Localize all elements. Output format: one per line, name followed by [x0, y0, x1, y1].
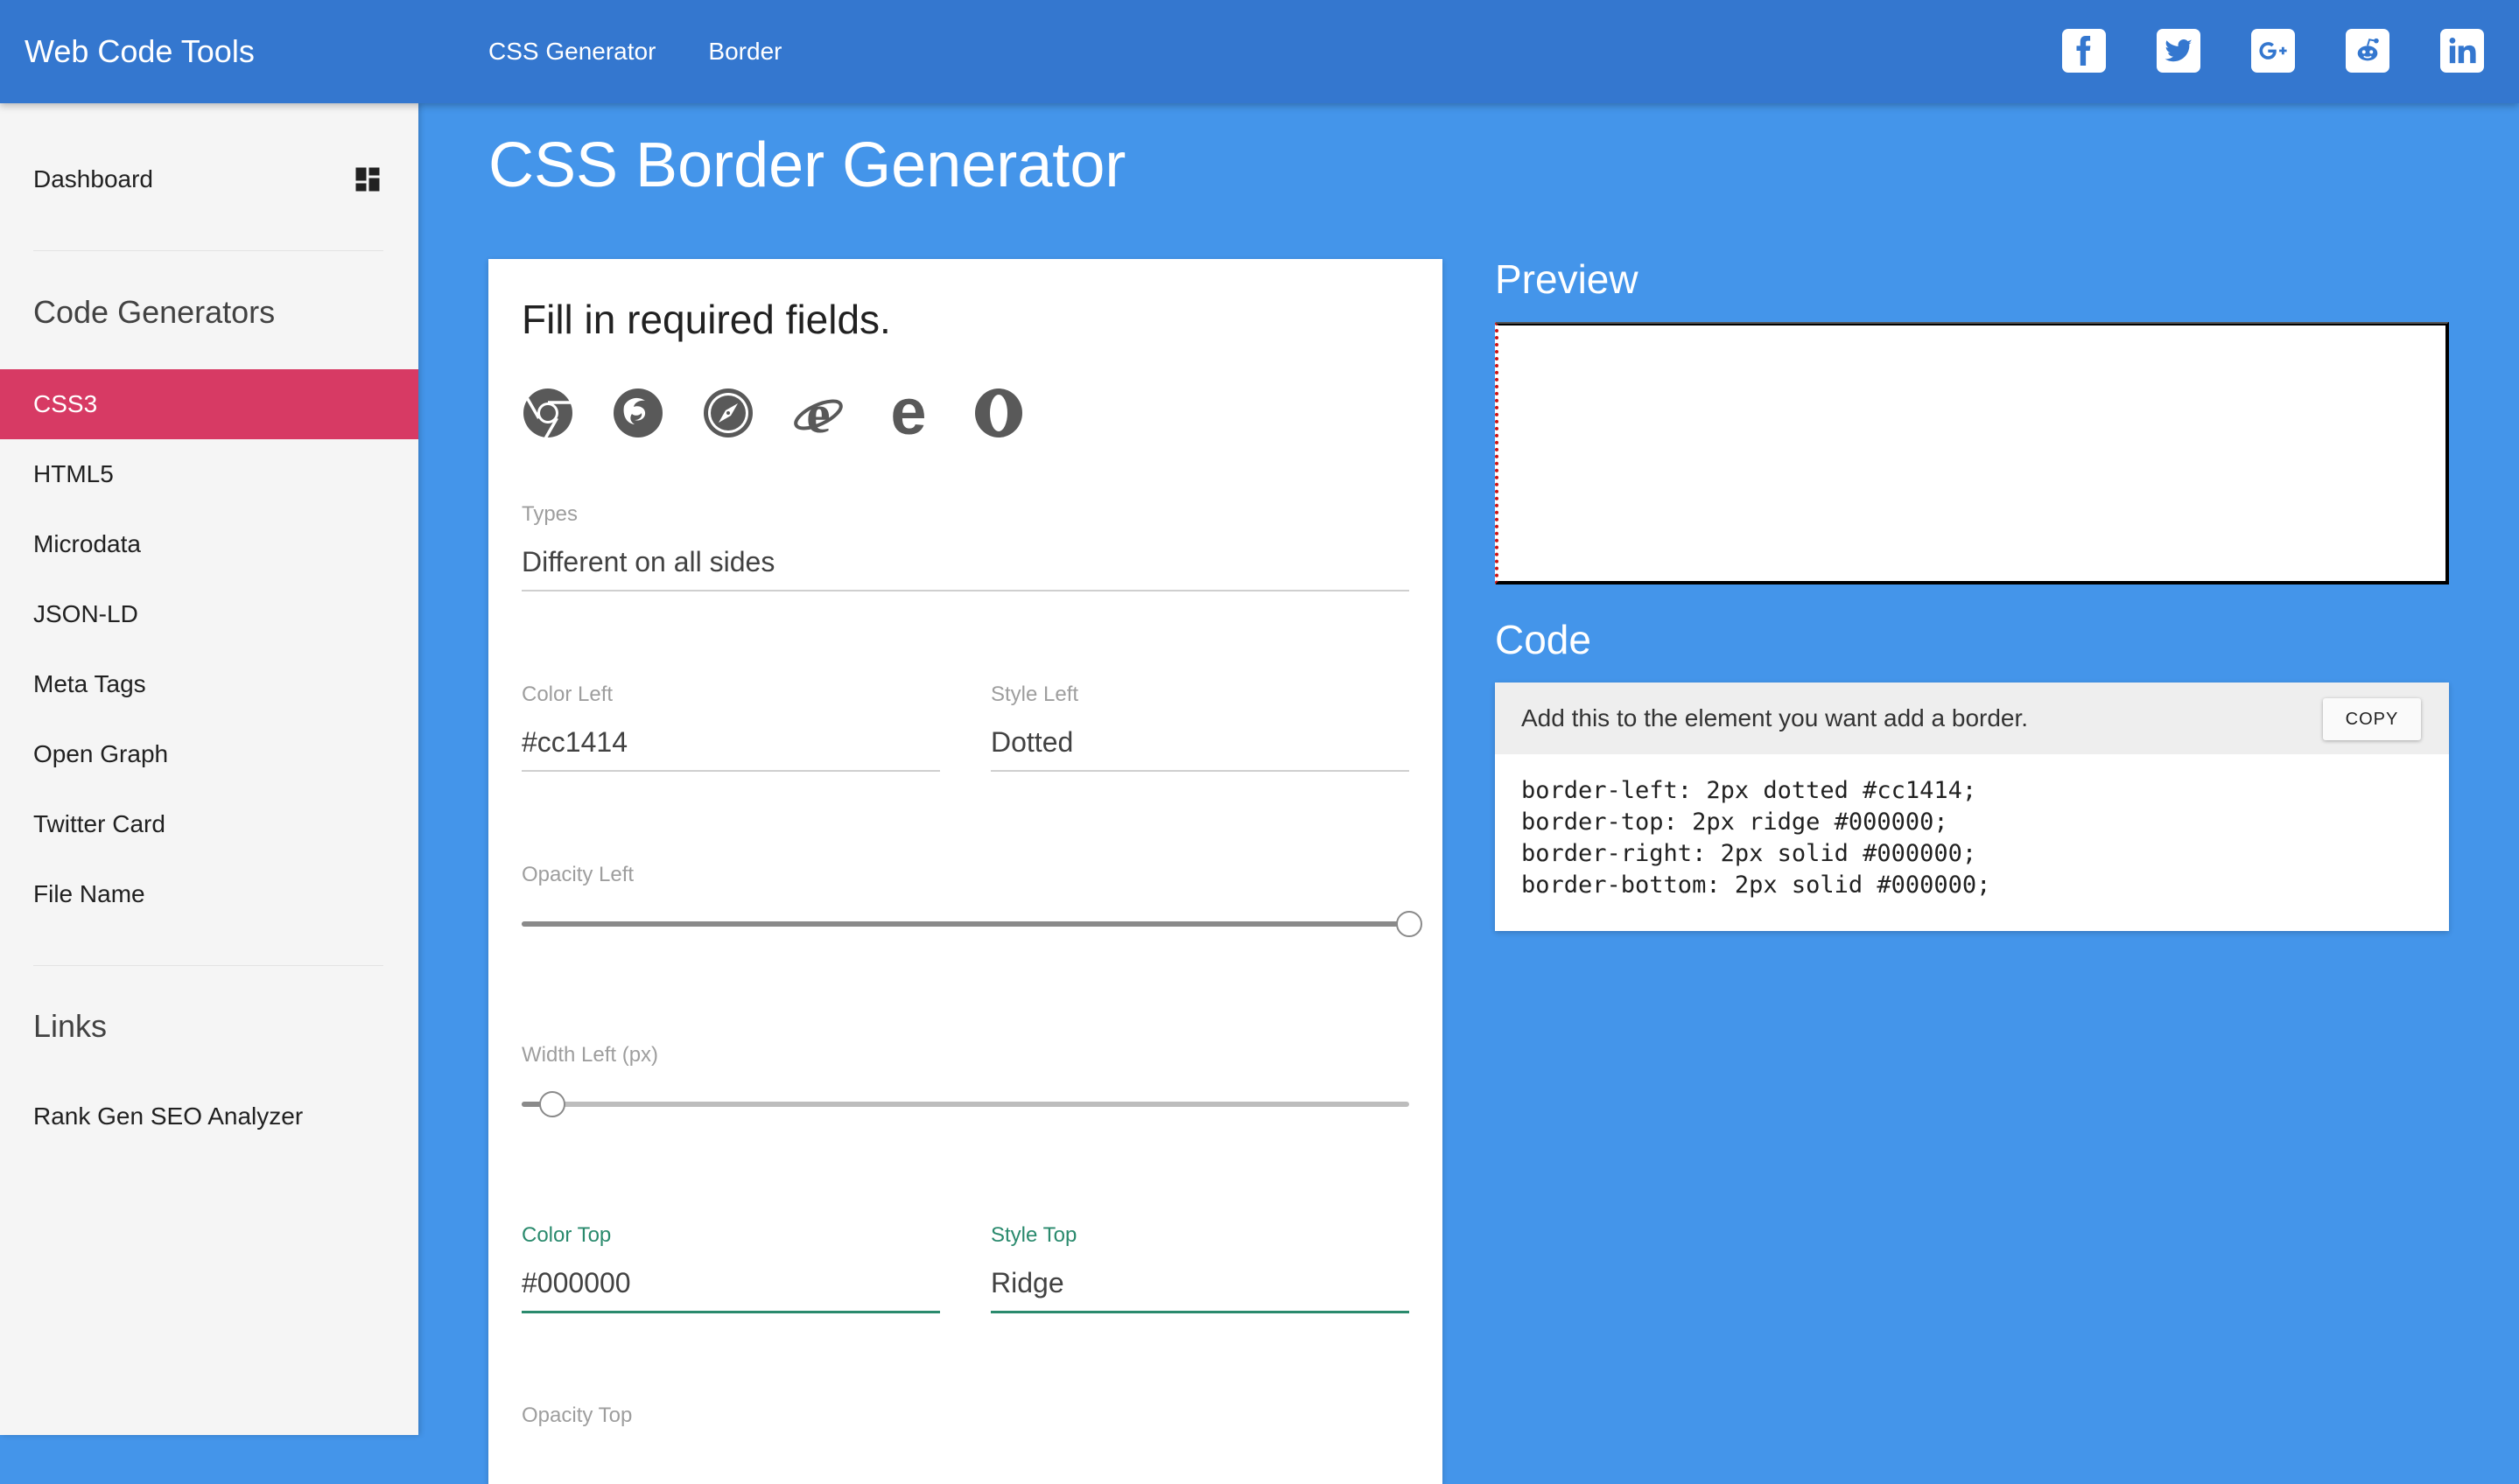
color-top-input[interactable]: Color Top #000000: [522, 1223, 940, 1316]
top-app-bar: Web Code Tools CSS Generator Border: [0, 0, 2519, 103]
width-left-field: Width Left (px): [522, 1043, 1409, 1078]
nav-link-border[interactable]: Border: [708, 0, 782, 103]
opacity-top-label: Opacity Top: [522, 1404, 633, 1427]
dashboard-label: Dashboard: [33, 165, 153, 192]
style-top-select[interactable]: Style Top Ridge: [991, 1223, 1409, 1316]
sidebar-item-meta-tags[interactable]: Meta Tags: [0, 649, 418, 719]
sidebar-item-open-graph[interactable]: Open Graph: [0, 719, 418, 789]
sidebar-divider: [33, 965, 383, 966]
sidebar-heading-code-generators: Code Generators: [33, 294, 276, 330]
sidebar-item-dashboard[interactable]: Dashboard: [33, 158, 383, 201]
edge-icon: e: [882, 375, 935, 448]
slider-thumb[interactable]: [539, 1091, 566, 1117]
top-nav: CSS Generator Border: [488, 0, 834, 103]
sidebar-link-rank-gen[interactable]: Rank Gen SEO Analyzer: [33, 1102, 303, 1130]
nav-link-css-generator[interactable]: CSS Generator: [488, 0, 656, 103]
style-left-select[interactable]: Style Left Dotted: [991, 682, 1409, 774]
browser-support: e e: [522, 375, 1063, 448]
width-left-slider[interactable]: [522, 1091, 1409, 1117]
code-instructions: Add this to the element you want add a b…: [1521, 704, 2029, 732]
chrome-icon: [522, 387, 574, 439]
code-line: border-left: 2px dotted #cc1414;: [1521, 777, 1977, 804]
form-card: Fill in required fields. e e Types Diffe…: [488, 259, 1442, 1484]
facebook-icon[interactable]: [2062, 29, 2106, 73]
types-label: Types: [522, 502, 579, 526]
style-top-label: Style Top: [991, 1223, 1077, 1247]
opacity-left-label: Opacity Left: [522, 863, 635, 886]
linkedin-icon[interactable]: [2440, 29, 2484, 73]
color-left-value: #cc1414: [522, 726, 628, 758]
firefox-icon: [612, 387, 664, 439]
dashboard-icon: [355, 167, 380, 192]
form-heading: Fill in required fields.: [522, 297, 891, 342]
code-line: border-right: 2px solid #000000;: [1521, 840, 1977, 867]
style-left-label: Style Left: [991, 682, 1079, 706]
code-header: Add this to the element you want add a b…: [1495, 682, 2449, 754]
internet-explorer-icon: e: [792, 385, 845, 444]
color-top-label: Color Top: [522, 1223, 612, 1247]
sidebar-divider: [33, 250, 383, 251]
css-code-block[interactable]: border-left: 2px dotted #cc1414; border-…: [1521, 775, 1990, 901]
types-underline: [522, 590, 1409, 592]
sidebar-list: CSS3 HTML5 Microdata JSON-LD Meta Tags O…: [0, 369, 418, 929]
slider-track: [522, 1102, 1409, 1107]
svg-text:e: e: [890, 387, 926, 439]
svg-text:e: e: [806, 387, 831, 439]
code-card: Add this to the element you want add a b…: [1495, 682, 2449, 931]
reddit-icon[interactable]: [2346, 29, 2389, 73]
style-top-underline: [991, 1311, 1409, 1313]
sidebar-item-twitter-card[interactable]: Twitter Card: [0, 789, 418, 859]
types-value: Different on all sides: [522, 546, 775, 578]
slider-thumb[interactable]: [1396, 911, 1422, 937]
types-select[interactable]: Types Different on all sides: [522, 502, 1409, 593]
style-top-value: Ridge: [991, 1267, 1064, 1298]
sidebar-item-json-ld[interactable]: JSON-LD: [0, 579, 418, 649]
safari-icon: [702, 387, 754, 439]
sidebar-item-file-name[interactable]: File Name: [0, 859, 418, 929]
sidebar-item-microdata[interactable]: Microdata: [0, 509, 418, 579]
opacity-left-slider[interactable]: [522, 911, 1422, 937]
sidebar-item-html5[interactable]: HTML5: [0, 439, 418, 509]
opera-icon: [972, 387, 1025, 439]
style-left-underline: [991, 770, 1409, 772]
brand-title[interactable]: Web Code Tools: [25, 0, 255, 103]
opacity-left-field: Opacity Left: [522, 863, 1409, 898]
page-title: CSS Border Generator: [488, 130, 1126, 200]
slider-fill: [522, 921, 1409, 927]
color-left-input[interactable]: Color Left #cc1414: [522, 682, 940, 774]
code-line: border-bottom: 2px solid #000000;: [1521, 872, 1991, 899]
twitter-icon[interactable]: [2157, 29, 2200, 73]
color-top-value: #000000: [522, 1267, 631, 1298]
code-line: border-top: 2px ridge #000000;: [1521, 808, 1948, 836]
google-plus-icon[interactable]: [2251, 29, 2295, 73]
color-top-underline: [522, 1311, 940, 1313]
width-left-label: Width Left (px): [522, 1043, 659, 1067]
style-left-value: Dotted: [991, 726, 1074, 758]
color-left-underline: [522, 770, 940, 772]
opacity-top-field: Opacity Top: [522, 1404, 1409, 1438]
color-left-label: Color Left: [522, 682, 614, 706]
sidebar-heading-links: Links: [33, 1008, 108, 1044]
border-preview-box: [1495, 322, 2449, 584]
sidebar: Dashboard Code Generators CSS3 HTML5 Mic…: [0, 103, 418, 1435]
code-title: Code: [1495, 617, 1591, 662]
copy-button[interactable]: COPY: [2323, 698, 2421, 740]
sidebar-item-css3[interactable]: CSS3: [0, 369, 418, 439]
social-links: [2011, 29, 2484, 73]
preview-title: Preview: [1495, 256, 1638, 302]
